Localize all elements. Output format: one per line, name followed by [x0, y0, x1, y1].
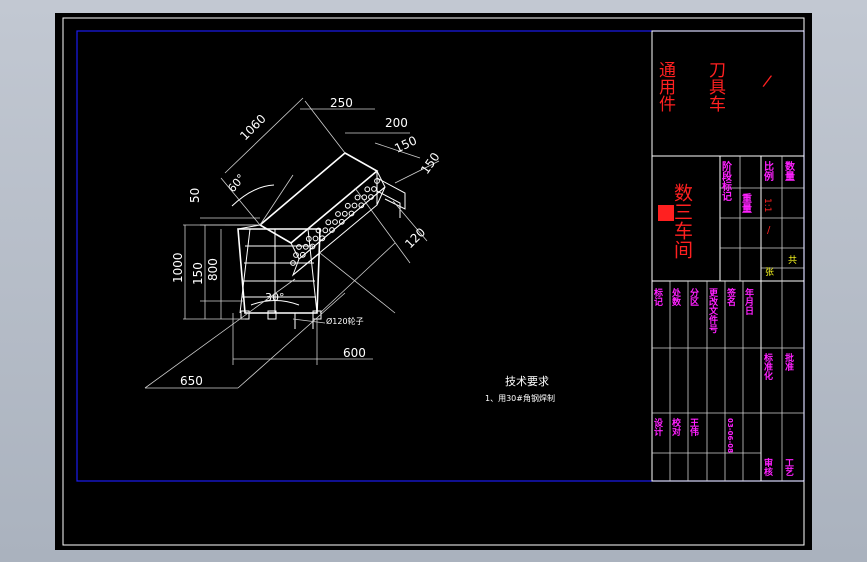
tool-hole	[344, 202, 351, 209]
tool-hole	[341, 210, 348, 217]
designer-label: 设计	[652, 417, 663, 437]
rev-date: 年月日	[743, 287, 755, 316]
ratio-header: 比例	[762, 160, 774, 182]
dim-800: 800	[206, 258, 220, 281]
dim-1060: 1060	[237, 112, 268, 143]
approval-label: 批准	[783, 352, 794, 372]
dim-120: 120	[402, 225, 428, 251]
tool-hole	[302, 243, 309, 250]
angle-30-label: 30°	[265, 291, 285, 304]
part-no-slash: /	[762, 71, 774, 91]
tool-hole	[332, 219, 338, 225]
tool-hole	[371, 186, 377, 192]
designer-name: 王伟	[688, 418, 699, 437]
cad-viewport[interactable]: 60° 30° 1060 250 200 150 150 120 50 1000…	[0, 0, 867, 562]
tool-hole	[296, 244, 302, 250]
drawing-canvas[interactable]: 60° 30° 1060 250 200 150 150 120 50 1000…	[55, 13, 812, 550]
tool-hole	[325, 219, 332, 226]
tool-hole	[351, 202, 358, 209]
weight-header: 重量	[740, 192, 752, 213]
ratio-slash: /	[767, 225, 771, 236]
tool-holes	[290, 178, 380, 266]
tool-hole	[364, 186, 371, 193]
stage-mark-header: 阶段标记	[720, 160, 733, 201]
tool-hole	[322, 227, 329, 234]
ratio-value: 1:1	[762, 198, 772, 212]
dim-150-b: 150	[418, 150, 443, 177]
rev-count: 处数	[670, 287, 682, 307]
dim-600: 600	[343, 346, 366, 360]
dim-1000: 1000	[171, 252, 185, 283]
process-label: 工艺	[783, 458, 794, 476]
rev-doc: 更改文件号	[707, 288, 719, 334]
qty-header: 数量	[783, 160, 795, 181]
review-label: 审核	[762, 457, 773, 477]
checker-label: 校对	[670, 417, 681, 437]
tool-hole	[335, 211, 341, 217]
rack-bottom	[291, 186, 386, 277]
tech-note: 1、用30#角钢焊制	[485, 393, 555, 403]
drawing-sheet[interactable]: 60° 30° 1060 250 200 150 150 120 50 1000…	[55, 13, 812, 550]
dim-50: 50	[188, 188, 202, 203]
part-name-label: 刀具车	[705, 61, 726, 112]
dim-250: 250	[330, 96, 353, 110]
rev-mark: 标记	[652, 287, 664, 307]
rev-sign: 签名	[725, 287, 737, 307]
dim-150-c: 150	[191, 262, 205, 285]
tool-hole	[312, 235, 319, 242]
part-common-label: 通用件	[655, 61, 676, 112]
wheel-note: Ø120轮子	[326, 316, 364, 326]
tech-title: 技术要求	[505, 375, 549, 388]
dim-150-a: 150	[392, 133, 419, 155]
sheets-unit-label: 张	[765, 267, 774, 278]
tool-hole	[354, 194, 361, 201]
inner-frame	[76, 30, 805, 482]
design-date: 03-06-08	[726, 418, 734, 453]
dim-200: 200	[385, 116, 408, 130]
title-block: 通用件 刀具车 / 数三车间 阶段标记 重量 比例 数量 1:1 / 共 张 标…	[651, 30, 805, 482]
angle-60-label: 60°	[225, 172, 247, 195]
rev-zone: 分区	[688, 287, 699, 306]
sheets-total-label: 共	[788, 255, 797, 266]
standardization-label: 标准化	[762, 352, 774, 381]
cart-drawing: 60° 30° 1060 250 200 150 150 120 50 1000…	[144, 96, 443, 389]
company-name: 数三车间	[671, 183, 693, 259]
dim-650: 650	[180, 374, 203, 388]
